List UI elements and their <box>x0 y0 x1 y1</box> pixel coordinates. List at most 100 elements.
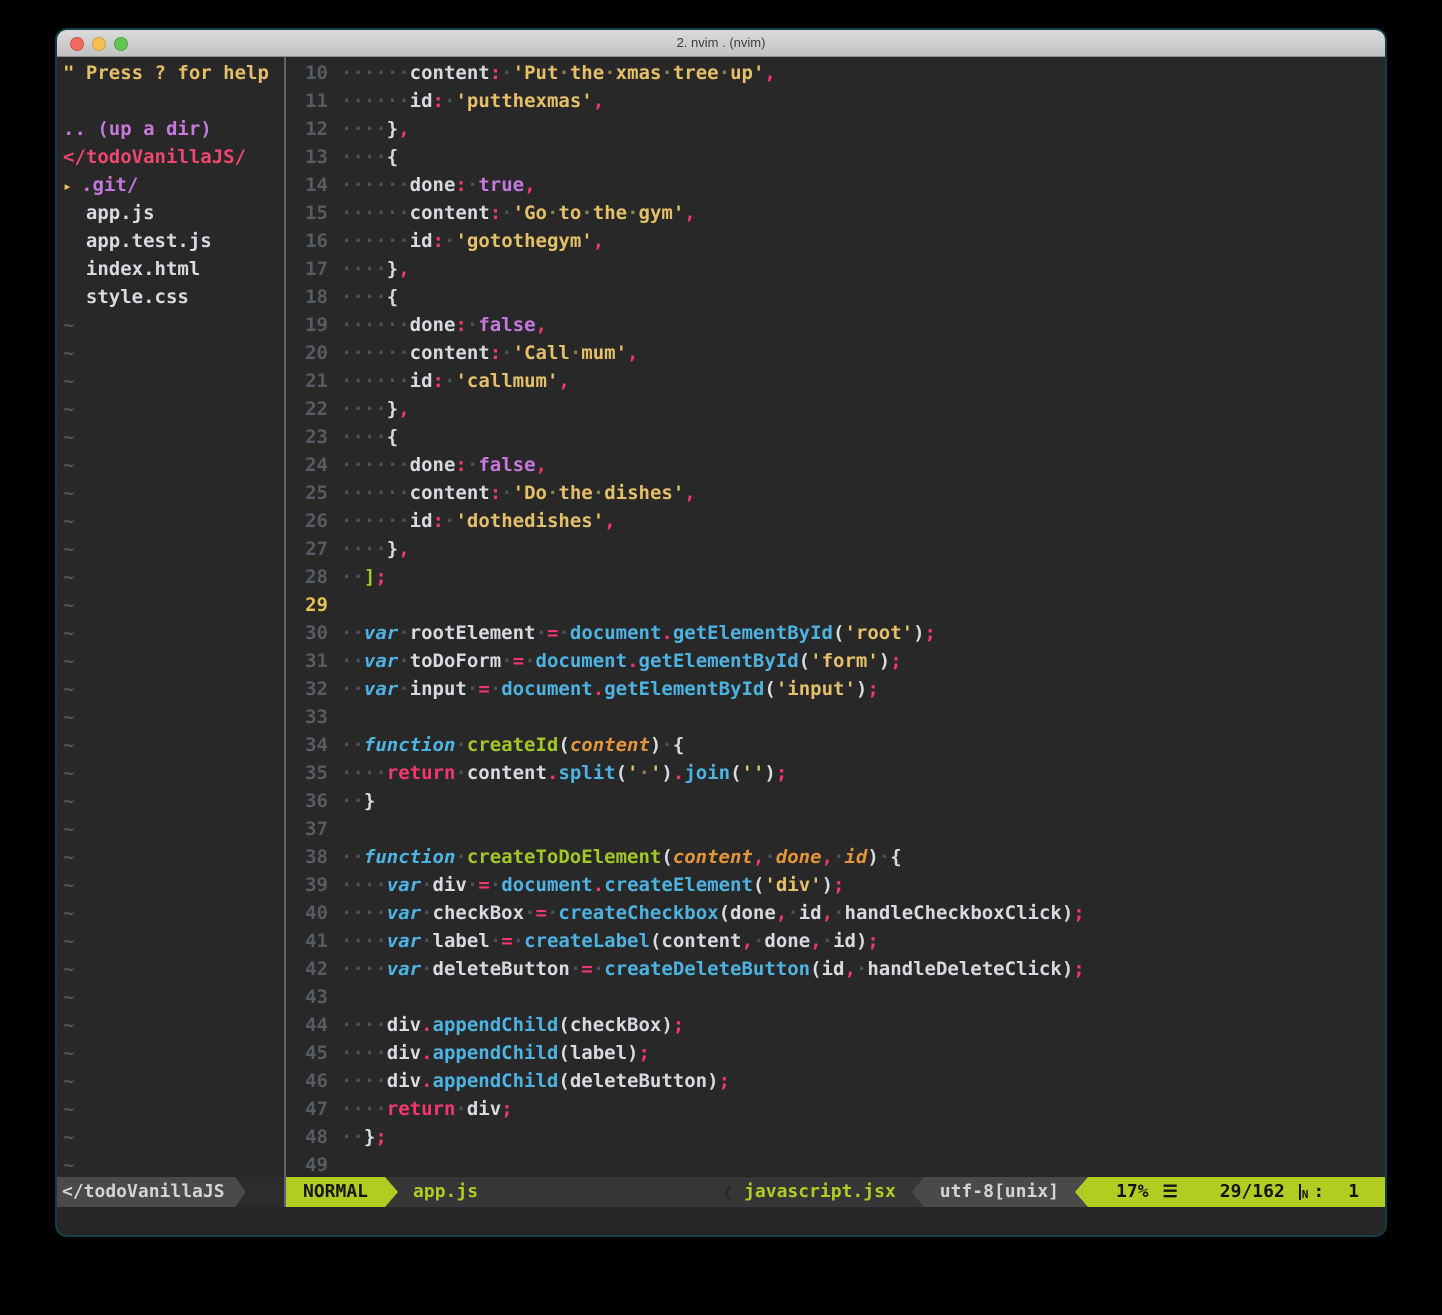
editor-buffer[interactable]: 10······content:·'Put·the·xmas·tree·up',… <box>286 59 1385 1177</box>
code-line[interactable]: 36··} <box>286 787 1385 815</box>
dir-git[interactable]: ▸ .git/ <box>63 171 284 199</box>
code-line[interactable]: 44····div.appendChild(checkBox); <box>286 1011 1385 1039</box>
whitespace-dots: · <box>501 202 512 224</box>
code-line[interactable]: 26······id:·'dothedishes', <box>286 507 1385 535</box>
code-line[interactable]: 11······id:·'putthexmas', <box>286 87 1385 115</box>
code-line[interactable]: 46····div.appendChild(deleteButton); <box>286 1067 1385 1095</box>
code-line[interactable]: 41····var·label·=·createLabel(content,·d… <box>286 927 1385 955</box>
title-bar[interactable]: 2. nvim . (nvim) <box>57 30 1385 57</box>
tilde-marker: ~ <box>63 1070 74 1092</box>
code-token: = <box>581 958 592 980</box>
code-token: '' <box>742 762 765 784</box>
code-token: , <box>627 342 638 364</box>
code-line[interactable]: 24······done:·false, <box>286 451 1385 479</box>
up-dir[interactable]: .. (up a dir) <box>63 115 284 143</box>
code-token: false <box>478 314 535 336</box>
whitespace-dots: ···· <box>341 1098 387 1120</box>
code-line[interactable]: 13····{ <box>286 143 1385 171</box>
code-line[interactable]: 30··var·rootElement·=·document.getElemen… <box>286 619 1385 647</box>
code-line[interactable]: 19······done:·false, <box>286 311 1385 339</box>
whitespace-dots: · <box>822 930 833 952</box>
code-line[interactable]: 14······done:·true, <box>286 171 1385 199</box>
code-token: ) <box>822 874 833 896</box>
vertical-split[interactable] <box>284 57 286 1207</box>
whitespace-dots: ·· <box>341 566 364 588</box>
file-app-js[interactable]: app.js <box>63 199 284 227</box>
lines-icon: ☰ <box>1163 1177 1178 1207</box>
help-line: " Press ? for help <box>63 59 284 87</box>
empty-buffer-tilde: ~ <box>63 395 284 423</box>
sidebar-dir-text: .git/ <box>81 174 138 196</box>
code-token: : <box>433 370 444 392</box>
code-line[interactable]: 48··}; <box>286 1123 1385 1151</box>
file-index-html[interactable]: index.html <box>63 255 284 283</box>
code-line[interactable]: 12····}, <box>286 115 1385 143</box>
code-line[interactable]: 34··function·createId(content)·{ <box>286 731 1385 759</box>
code-line[interactable]: 17····}, <box>286 255 1385 283</box>
line-number: 31 <box>286 647 328 675</box>
code-line[interactable]: 20······content:·'Call·mum', <box>286 339 1385 367</box>
empty-buffer-tilde: ~ <box>63 983 284 1011</box>
zoom-button[interactable] <box>114 37 128 51</box>
tilde-marker: ~ <box>63 958 74 980</box>
whitespace-dots: · <box>593 958 604 980</box>
code-line[interactable]: 28··]; <box>286 563 1385 591</box>
code-line[interactable]: 33 <box>286 703 1385 731</box>
code-token: } <box>387 118 398 140</box>
code-token: } <box>364 1126 375 1148</box>
file-app-test-js[interactable]: app.test.js <box>63 227 284 255</box>
code-line[interactable]: 25······content:·'Do·the·dishes', <box>286 479 1385 507</box>
code-line[interactable]: 23····{ <box>286 423 1385 451</box>
position-segment: 17% ☰ 29/162 N : 1 <box>1088 1177 1385 1207</box>
line-number: 42 <box>286 955 328 983</box>
code-line[interactable]: 37 <box>286 815 1385 843</box>
desktop-background: 2. nvim . (nvim) " Press ? for help .. (u… <box>0 0 1442 1315</box>
code-token: 'dothedishes' <box>455 510 604 532</box>
code-token: ( <box>719 902 730 924</box>
code-line[interactable]: 49 <box>286 1151 1385 1177</box>
code-token: handleCheckboxClick <box>845 902 1062 924</box>
code-line[interactable]: 38··function·createToDoElement(content,·… <box>286 843 1385 871</box>
code-line[interactable]: 18····{ <box>286 283 1385 311</box>
code-token: . <box>421 1070 432 1092</box>
code-line[interactable]: 10······content:·'Put·the·xmas·tree·up', <box>286 59 1385 87</box>
whitespace-dots: · <box>558 62 569 84</box>
whitespace-dots: ·· <box>341 622 364 644</box>
sidebar-help-text: " Press ? for help <box>63 62 269 84</box>
whitespace-dots: ···· <box>341 874 387 896</box>
whitespace-dots: ···· <box>341 398 387 420</box>
code-token: getElementById <box>673 622 833 644</box>
whitespace-dots: · <box>501 62 512 84</box>
whitespace-dots: ······ <box>341 230 410 252</box>
code-line[interactable]: 32··var·input·=·document.getElementById(… <box>286 675 1385 703</box>
code-line[interactable]: 27····}, <box>286 535 1385 563</box>
tilde-marker: ~ <box>63 398 74 420</box>
code-line[interactable]: 22····}, <box>286 395 1385 423</box>
code-line[interactable]: 21······id:·'callmum', <box>286 367 1385 395</box>
whitespace-dots: ···· <box>341 538 387 560</box>
code-token: : <box>455 174 466 196</box>
tree-root-path[interactable]: </todoVanillaJS/ <box>63 143 284 171</box>
code-line[interactable]: 43 <box>286 983 1385 1011</box>
code-line[interactable]: 42····var·deleteButton·=·createDeleteBut… <box>286 955 1385 983</box>
code-line[interactable]: 31··var·toDoForm·=·document.getElementBy… <box>286 647 1385 675</box>
code-line[interactable]: 39····var·div·=·document.createElement('… <box>286 871 1385 899</box>
code-token: var <box>387 874 421 896</box>
tilde-marker: ~ <box>63 622 74 644</box>
code-token: : <box>455 314 466 336</box>
whitespace-dots: · <box>501 342 512 364</box>
file-style-css[interactable]: style.css <box>63 283 284 311</box>
empty-buffer-tilde: ~ <box>63 759 284 787</box>
code-line[interactable]: 47····return·div; <box>286 1095 1385 1123</box>
code-line[interactable]: 40····var·checkBox·=·createCheckbox(done… <box>286 899 1385 927</box>
code-line[interactable]: 35····return·content.split('·').join('')… <box>286 759 1385 787</box>
code-line[interactable]: 45····div.appendChild(label); <box>286 1039 1385 1067</box>
code-token: content <box>410 482 490 504</box>
code-token: var <box>387 958 421 980</box>
minimize-button[interactable] <box>92 37 106 51</box>
code-line[interactable]: 16······id:·'gotothegym', <box>286 227 1385 255</box>
code-line[interactable]: 29 <box>286 591 1385 619</box>
close-button[interactable] <box>70 37 84 51</box>
command-line[interactable] <box>57 1207 1385 1235</box>
code-line[interactable]: 15······content:·'Go·to·the·gym', <box>286 199 1385 227</box>
